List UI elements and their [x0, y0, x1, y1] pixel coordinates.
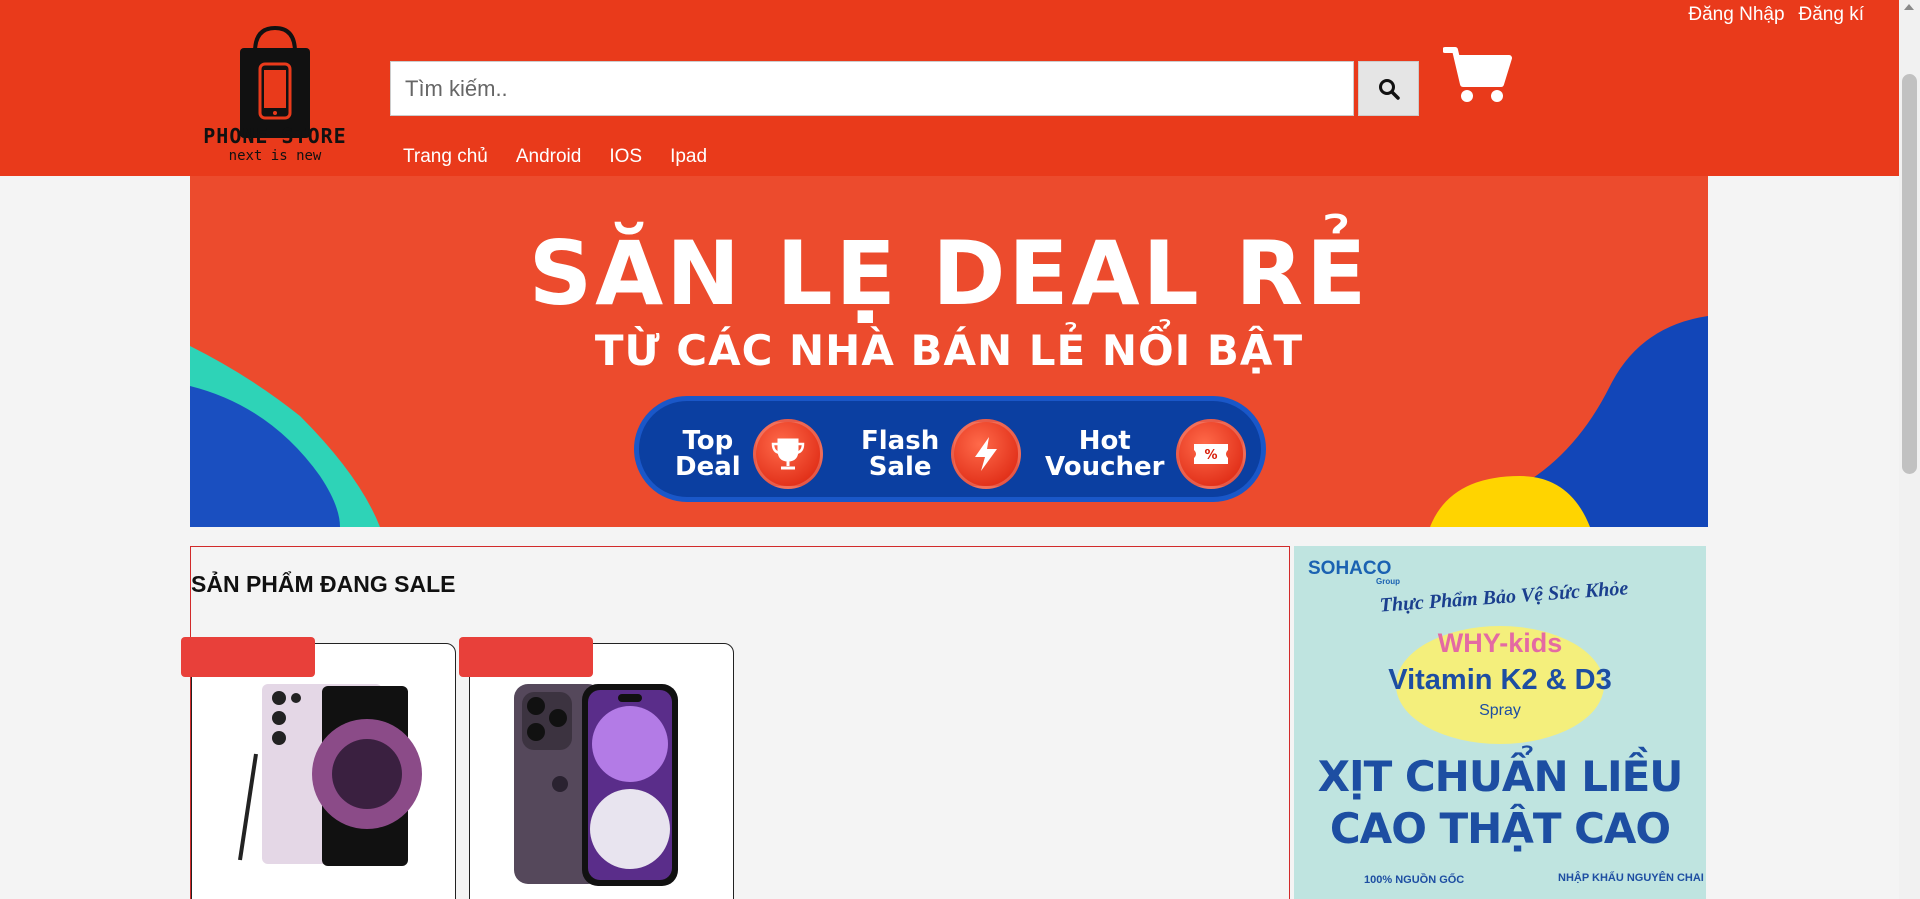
svg-text:%: % [1205, 448, 1218, 463]
sale-section: SẢN PHẨM ĐANG SALE [181, 546, 1290, 899]
logo-text: PHONE STORE [203, 124, 347, 148]
site-header: Đăng Nhập Đăng kí PHONE STORE next is ne… [0, 0, 1899, 176]
register-link[interactable]: Đăng kí [1799, 4, 1864, 26]
product-image-iphone [514, 684, 678, 886]
pill-label: Top Deal [675, 426, 741, 482]
ad-brand: SOHACO Group [1308, 558, 1400, 586]
ad-footer-1: 100% NGUỒN GỐC [1364, 874, 1465, 886]
auth-links: Đăng Nhập Đăng kí [1688, 4, 1864, 26]
sale-badge [459, 637, 593, 677]
nav-ios[interactable]: IOS [609, 146, 642, 168]
sale-section-title: SẢN PHẨM ĐANG SALE [191, 571, 456, 597]
scroll-up-arrow-icon[interactable] [1904, 4, 1914, 10]
logo-tagline: next is new [228, 148, 322, 164]
main-nav: Trang chủ Android IOS Ipad [403, 146, 707, 168]
product-image-samsung [238, 684, 422, 866]
cart-icon [1442, 47, 1512, 102]
voucher-icon: % [1176, 419, 1247, 489]
ad-product-name: WHY-kids [1437, 628, 1563, 658]
ad-footer-2: NHẬP KHẨU NGUYÊN CHAI [1558, 872, 1704, 884]
sale-badge [181, 637, 315, 677]
store-logo[interactable]: PHONE STORE next is new [200, 24, 350, 170]
ad-headline-1: XỊT CHUẨN LIỀU [1317, 752, 1684, 801]
ad-headline-2: CAO THẬT CAO [1329, 804, 1671, 853]
search-button[interactable] [1358, 61, 1419, 116]
nav-android[interactable]: Android [516, 146, 582, 168]
promo-banner[interactable]: SĂN LẸ DEAL RẺ TỪ CÁC NHÀ BÁN LẺ NỔI BẬT… [190, 176, 1708, 527]
pill-flash-sale[interactable]: Flash Sale [861, 419, 1022, 489]
side-advertisement[interactable]: SOHACO Group Thực Phẩm Bảo Vệ Sức Khỏe WH… [1294, 546, 1706, 899]
pill-hot-voucher[interactable]: Hot Voucher % [1045, 419, 1247, 489]
trophy-icon [752, 419, 823, 489]
search-icon [1378, 78, 1400, 100]
pill-label: Hot Voucher [1045, 426, 1165, 482]
ad-spray: Spray [1479, 702, 1521, 719]
product-card[interactable] [469, 643, 734, 899]
search-input[interactable] [390, 61, 1354, 116]
nav-ipad[interactable]: Ipad [670, 146, 707, 168]
pill-label: Flash Sale [861, 426, 940, 482]
banner-subtitle: TỪ CÁC NHÀ BÁN LẺ NỔI BẬT [594, 326, 1304, 375]
ad-arc-text: Thực Phẩm Bảo Vệ Sức Khỏe [1379, 577, 1629, 617]
lightning-icon [951, 419, 1022, 489]
cart-button[interactable] [1442, 46, 1513, 106]
ad-vitamin: Vitamin K2 & D3 [1388, 664, 1612, 696]
banner-title: SĂN LẸ DEAL RẺ [528, 222, 1370, 325]
product-card[interactable] [191, 643, 456, 899]
pill-top-deal[interactable]: Top Deal [675, 419, 823, 489]
login-link[interactable]: Đăng Nhập [1688, 4, 1784, 26]
scrollbar-thumb[interactable] [1902, 74, 1917, 474]
nav-home[interactable]: Trang chủ [403, 146, 488, 168]
deal-pill: Top Deal Flash Sale Hot Voucher % [634, 396, 1266, 502]
